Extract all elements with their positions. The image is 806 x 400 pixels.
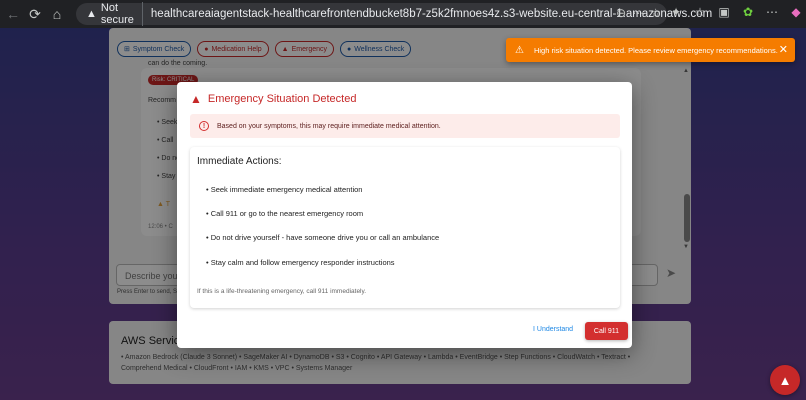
collections-icon[interactable]: ▣ <box>716 4 732 20</box>
actions-heading: Immediate Actions: <box>197 156 282 167</box>
extension-leaf-icon[interactable]: ✿ <box>740 4 756 20</box>
error-alert: ! Based on your symptoms, this may requi… <box>190 114 620 138</box>
i-understand-button[interactable]: I Understand <box>533 326 573 333</box>
emergency-note: If this is a life-threatening emergency,… <box>197 288 367 295</box>
dialog-title: ▲ Emergency Situation Detected <box>190 92 356 106</box>
warning-icon: ▲ <box>190 92 202 106</box>
copilot-icon[interactable]: ◆ <box>788 4 804 20</box>
warning-icon: ⚠ <box>515 44 524 56</box>
settings-more-icon[interactable]: ⋯ <box>764 4 780 20</box>
dialog-title-text: Emergency Situation Detected <box>207 93 357 105</box>
call-911-button[interactable]: Call 911 <box>585 322 628 340</box>
action-item: • Call 911 or go to the nearest emergenc… <box>206 209 364 218</box>
security-indicator[interactable]: ▲ Not secure <box>86 2 143 26</box>
security-label: Not secure <box>100 2 134 26</box>
address-bar[interactable]: ▲ Not secure healthcareaiagentstack-heal… <box>76 2 712 26</box>
favorites-icon[interactable]: ☆ <box>692 4 708 20</box>
back-icon[interactable]: ← <box>2 3 24 25</box>
warning-icon: ▲ <box>778 372 792 388</box>
home-icon[interactable]: ⌂ <box>46 3 68 25</box>
extensions-icon[interactable]: ✦ <box>668 4 684 20</box>
reload-icon[interactable]: ⟳ <box>24 3 46 25</box>
star-icon[interactable]: ☆ <box>650 6 661 20</box>
warning-triangle-icon: ▲ <box>86 8 97 20</box>
browser-toolbar: ← ⟳ ⌂ ▲ Not secure healthcareaiagentstac… <box>0 0 806 28</box>
emergency-fab-button[interactable]: ▲ <box>770 365 800 395</box>
toast-message: High risk situation detected. Please rev… <box>533 45 778 55</box>
zoom-icon[interactable]: ⊖ <box>616 6 626 20</box>
emergency-dialog: ▲ Emergency Situation Detected ! Based o… <box>177 82 632 348</box>
warning-toast: ⚠ High risk situation detected. Please r… <box>506 38 795 62</box>
alert-text: Based on your symptoms, this may require… <box>217 122 441 130</box>
action-item: • Seek immediate emergency medical atten… <box>206 185 363 194</box>
immediate-actions-card: Immediate Actions: • Seek immediate emer… <box>190 147 620 308</box>
error-circle-icon: ! <box>199 121 209 131</box>
action-item: • Stay calm and follow emergency respond… <box>206 258 395 267</box>
more-icon[interactable]: ⋯ <box>632 6 644 20</box>
action-item: • Do not drive yourself - have someone d… <box>206 233 440 242</box>
close-icon[interactable]: ✕ <box>779 43 788 56</box>
